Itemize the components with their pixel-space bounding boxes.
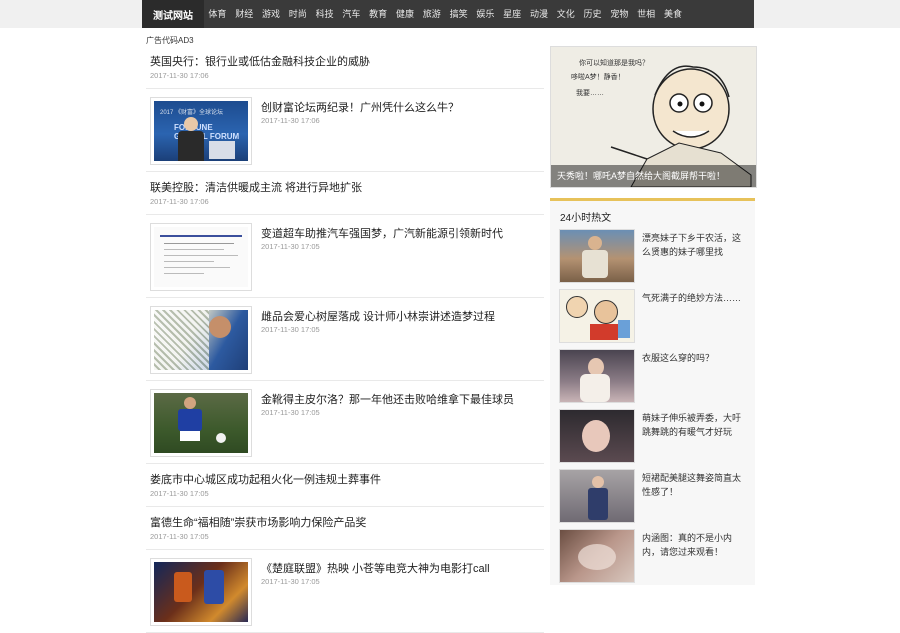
news-date: 2017-11-30 17:05 xyxy=(261,242,320,251)
hot-title[interactable]: 萌妹子伸乐被弄委，大吁跳舞跳的有暖气才好玩 xyxy=(642,411,748,439)
forum-photo-icon[interactable]: 2017 《财富》全球论坛 FORTUNE GLOBAL FORUM xyxy=(150,97,252,165)
news-item[interactable]: 富德生命“福相随”崇获市场影响力保险产品奖 2017-11-30 17:05 xyxy=(146,507,544,550)
hot-heading: 24小时热文 xyxy=(560,213,612,224)
nav-item-culture[interactable]: 文化 xyxy=(552,0,579,28)
nav-item-games[interactable]: 游戏 xyxy=(258,0,285,28)
banner-caption[interactable]: 天秀啦！哪吒A梦自然给大阁截屏帮干啦！ xyxy=(551,165,756,187)
site-logo[interactable]: 测试网站 xyxy=(142,0,204,28)
news-date: 2017-11-30 17:05 xyxy=(261,408,320,417)
news-item[interactable]: 联美控股：清洁供暖成主流 将进行异地扩张 2017-11-30 17:06 xyxy=(146,172,544,215)
news-title[interactable]: 金靴得主皮尔洛？那一年他还击败哈维拿下最佳球员 xyxy=(261,391,514,407)
news-date: 2017-11-30 17:06 xyxy=(261,116,320,125)
document-photo-icon[interactable] xyxy=(150,223,252,291)
girl-photo-icon[interactable] xyxy=(559,229,635,283)
news-title[interactable]: 变道超车助推汽车强国梦，广汽新能源引领新时代 xyxy=(261,225,503,241)
news-title[interactable]: 富德生命“福相随”崇获市场影响力保险产品奖 xyxy=(150,514,366,530)
news-date: 2017-11-30 17:05 xyxy=(261,325,320,334)
news-item[interactable]: 娄底市中心城区成功起租火化一例违规土葬事件 2017-11-30 17:05 xyxy=(146,464,544,507)
hot-item[interactable]: 内涵图：真的不是小内内，请您过来观看！ xyxy=(550,525,755,585)
svg-text:我要……: 我要…… xyxy=(576,88,604,97)
girl-photo-icon[interactable] xyxy=(559,409,635,463)
svg-text:哆啦A梦！静香！: 哆啦A梦！静香！ xyxy=(571,72,625,81)
game-poster-icon[interactable] xyxy=(150,558,252,626)
girl-photo-icon[interactable] xyxy=(559,349,635,403)
news-title[interactable]: 雌品会爱心树屋落成 设计师小林崇讲述造梦过程 xyxy=(261,308,495,324)
news-title[interactable]: 联美控股：清洁供暖成主流 将进行异地扩张 xyxy=(150,179,362,195)
news-item[interactable]: 英国央行：银行业或低估金融科技企业的威胁 2017-11-30 17:06 xyxy=(146,46,544,89)
news-date: 2017-11-30 17:05 xyxy=(150,489,209,498)
hot-articles: 24小时热文 漂亮妹子下乡干农活，这么贤惠的妹子哪里找 气死满子的绝妙方法…… xyxy=(550,201,755,585)
svg-text:你可以知道那是我吗？: 你可以知道那是我吗？ xyxy=(579,58,649,67)
news-title[interactable]: 创财富论坛两纪录！广州凭什么这么牛？ xyxy=(261,99,459,115)
hot-title[interactable]: 衣服这么穿的吗？ xyxy=(642,351,748,365)
nav-item-finance[interactable]: 财经 xyxy=(231,0,258,28)
news-item[interactable]: 变道超车助推汽车强国梦，广汽新能源引领新时代 2017-11-30 17:05 xyxy=(146,215,544,298)
hot-item[interactable]: 萌妹子伸乐被弄委，大吁跳舞跳的有暖气才好玩 xyxy=(550,405,755,465)
nav-item-fashion[interactable]: 时尚 xyxy=(284,0,311,28)
nav-item-anime[interactable]: 动漫 xyxy=(526,0,553,28)
comic-image-icon[interactable] xyxy=(559,289,635,343)
hot-item[interactable]: 气死满子的绝妙方法…… xyxy=(550,285,755,345)
news-date: 2017-11-30 17:06 xyxy=(150,71,209,80)
news-title[interactable]: 英国央行：银行业或低估金融科技企业的威胁 xyxy=(150,53,370,69)
hot-title[interactable]: 漂亮妹子下乡干农活，这么贤惠的妹子哪里找 xyxy=(642,231,748,259)
news-date: 2017-11-30 17:05 xyxy=(150,532,209,541)
nav-item-history[interactable]: 历史 xyxy=(579,0,606,28)
news-date: 2017-11-30 17:05 xyxy=(261,577,320,586)
nav-item-travel[interactable]: 旅游 xyxy=(418,0,445,28)
news-item[interactable]: 2017 《财富》全球论坛 FORTUNE GLOBAL FORUM 创财富论坛… xyxy=(146,89,544,172)
hot-item[interactable]: 衣服这么穿的吗？ xyxy=(550,345,755,405)
hot-item[interactable]: 短裙配美腿这舞姿简直太性感了！ xyxy=(550,465,755,525)
nav-item-horoscope[interactable]: 星座 xyxy=(499,0,526,28)
nav-item-pets[interactable]: 宠物 xyxy=(606,0,633,28)
fabric-photo-icon[interactable] xyxy=(559,529,635,583)
news-title[interactable]: 娄底市中心城区成功起租火化一例违规土葬事件 xyxy=(150,471,381,487)
news-date: 2017-11-30 17:06 xyxy=(150,197,209,206)
news-feed: 英国央行：银行业或低估金融科技企业的威胁 2017-11-30 17:06 20… xyxy=(146,46,544,633)
news-item[interactable]: 《楚庭联盟》热映 小苍等电竞大神为电影打call 2017-11-30 17:0… xyxy=(146,550,544,633)
sidebar: 你可以知道那是我吗？ 哆啦A梦！静香！ 我要…… 天秀啦！哪吒A梦自然给大阁截屏… xyxy=(550,46,757,585)
nav-item-education[interactable]: 教育 xyxy=(365,0,392,28)
top-navigation: 测试网站 体育 财经 游戏 时尚 科技 汽车 教育 健康 旅游 搞笑 娱乐 星座… xyxy=(0,0,900,28)
nav-bar: 测试网站 体育 财经 游戏 时尚 科技 汽车 教育 健康 旅游 搞笑 娱乐 星座… xyxy=(142,0,754,28)
designer-photo-icon[interactable] xyxy=(150,306,252,374)
soccer-photo-icon[interactable] xyxy=(150,389,252,457)
news-item[interactable]: 雌品会爱心树屋落成 设计师小林崇讲述造梦过程 2017-11-30 17:05 xyxy=(146,298,544,381)
nav-item-funny[interactable]: 搞笑 xyxy=(445,0,472,28)
nav-item-sports[interactable]: 体育 xyxy=(204,0,231,28)
nav-item-food[interactable]: 美食 xyxy=(660,0,687,28)
cartoon-image-icon[interactable]: 你可以知道那是我吗？ 哆啦A梦！静香！ 我要…… 天秀啦！哪吒A梦自然给大阁截屏… xyxy=(550,46,757,188)
ad-label: 广告代码AD3 xyxy=(146,36,194,45)
news-item[interactable]: 金靴得主皮尔洛？那一年他还击败哈维拿下最佳球员 2017-11-30 17:05 xyxy=(146,381,544,464)
hot-title[interactable]: 气死满子的绝妙方法…… xyxy=(642,291,748,305)
news-title[interactable]: 《楚庭联盟》热映 小苍等电竞大神为电影打call xyxy=(261,560,490,576)
hot-title[interactable]: 短裙配美腿这舞姿简直太性感了！ xyxy=(642,471,748,499)
hot-item[interactable]: 漂亮妹子下乡干农活，这么贤惠的妹子哪里找 xyxy=(550,225,755,285)
nav-item-world[interactable]: 世相 xyxy=(633,0,660,28)
girl-photo-icon[interactable] xyxy=(559,469,635,523)
nav-item-entertainment[interactable]: 娱乐 xyxy=(472,0,499,28)
hot-title[interactable]: 内涵图：真的不是小内内，请您过来观看！ xyxy=(642,531,748,559)
nav-item-tech[interactable]: 科技 xyxy=(311,0,338,28)
nav-item-health[interactable]: 健康 xyxy=(392,0,419,28)
nav-item-auto[interactable]: 汽车 xyxy=(338,0,365,28)
